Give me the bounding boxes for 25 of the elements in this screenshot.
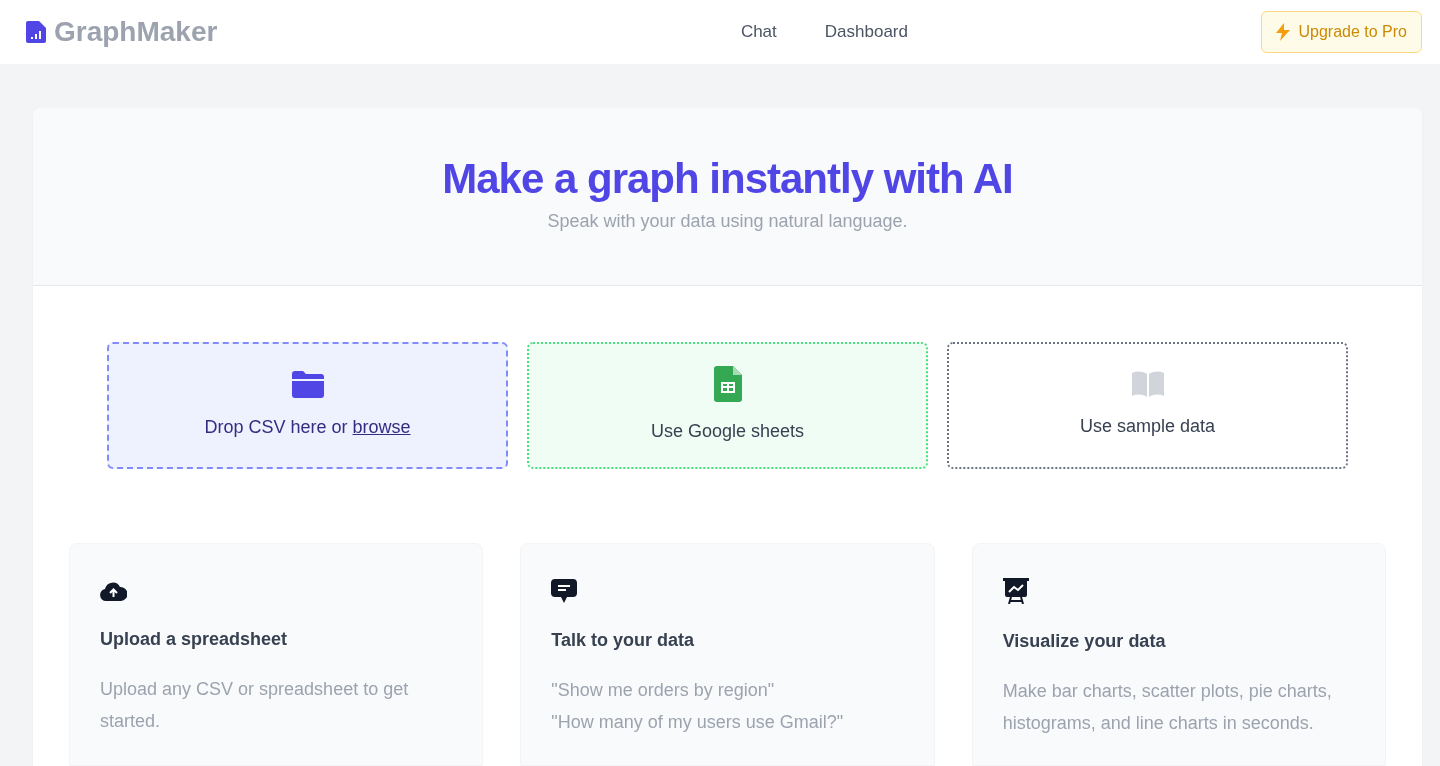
feature-title: Visualize your data: [1002, 630, 1167, 653]
lightning-icon: [1276, 23, 1291, 41]
spreadsheet-icon: [713, 366, 742, 402]
nav-link[interactable]: Dashboard: [824, 19, 908, 45]
browse-link[interactable]: browse: [352, 417, 411, 437]
folder-icon: [291, 370, 324, 398]
book-icon: [1131, 371, 1164, 397]
nav-link[interactable]: Chat: [740, 19, 777, 45]
message-icon: [551, 578, 578, 603]
drop-text: Drop CSV here or: [204, 417, 348, 437]
brand-name: GraphMaker: [54, 15, 218, 49]
presentation-chart-icon: [1002, 578, 1029, 604]
cloud-upload-icon: [100, 580, 127, 601]
hero-title: Make a graph instantly with AI: [441, 154, 1014, 204]
google-sheets-button[interactable]: Use Google sheets: [527, 342, 928, 469]
feature-description: "How many of my users use Gmail?": [551, 710, 845, 734]
feature-description: Make bar charts, scatter plots, pie charts, histograms, and line charts in seconds.: [1002, 680, 1333, 735]
hero-subtitle: Speak with your data using natural language.: [546, 210, 909, 234]
feature-title: Talk to your data: [551, 628, 696, 652]
csv-drop-zone[interactable]: Drop CSV here or browse: [107, 342, 508, 469]
feature-description: Upload any CSV or spreadsheet to get started.: [100, 678, 410, 733]
sample-data-button[interactable]: Use sample data: [947, 342, 1348, 469]
chart-file-icon: [26, 21, 46, 43]
feature-title: Upload a spreadsheet: [100, 628, 289, 651]
feature-description: "Show me orders by region": [551, 678, 776, 702]
